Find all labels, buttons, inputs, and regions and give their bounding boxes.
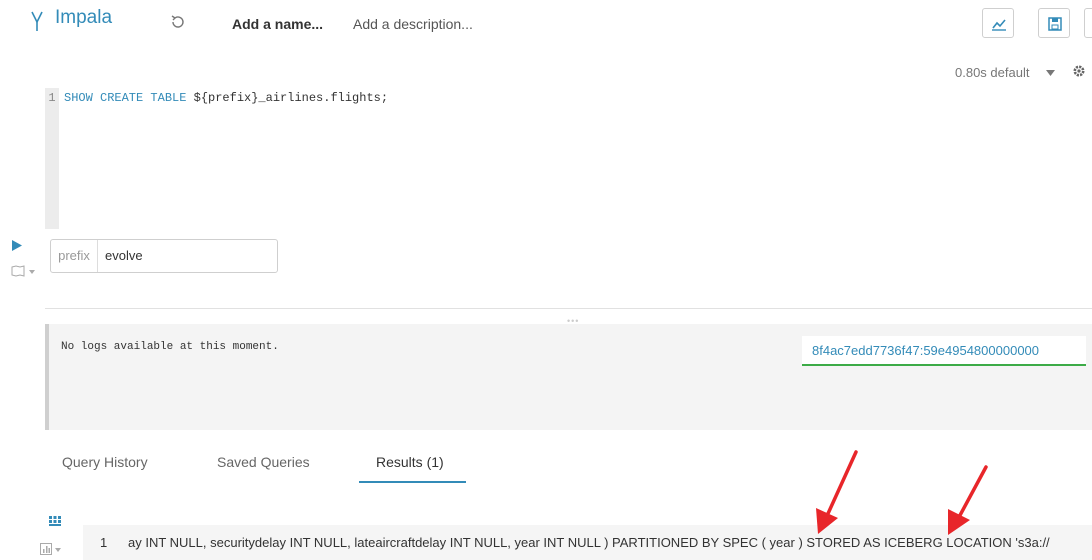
save-button[interactable] [1038,8,1070,38]
parameter-label: prefix [51,240,98,272]
result-row[interactable]: 1 ay INT NULL, securitydelay INT NULL, l… [83,525,1092,560]
annotation-arrow-icon [816,450,858,534]
line-number: 1 [48,91,56,105]
gear-icon[interactable] [1072,64,1086,78]
sql-table-ref: ${prefix}_airlines.flights; [186,91,389,105]
parameter-value-input[interactable]: evolve [105,240,143,272]
more-button[interactable] [1084,8,1092,38]
logs-message: No logs available at this moment. [61,341,279,353]
query-description-field[interactable]: Add a description... [353,16,473,32]
history-icon[interactable] [170,14,186,30]
impala-logo-icon [31,11,43,31]
chart-view-icon[interactable] [40,543,62,555]
row-number: 1 [100,535,108,550]
parameter-field[interactable]: prefix evolve [50,239,278,273]
caret-down-icon[interactable] [1046,70,1055,76]
tab-query-history[interactable]: Query History [62,454,148,470]
tab-saved-queries[interactable]: Saved Queries [217,454,310,470]
snippet-menu-icon[interactable] [11,265,37,277]
divider [45,308,1092,309]
run-icon[interactable] [12,240,22,251]
query-id-box[interactable]: 8f4ac7edd7736f47:59e4954800000000 [802,336,1086,366]
editor-gutter [45,88,59,229]
line-chart-icon [992,19,1006,31]
app-title[interactable]: Impala [55,7,112,29]
query-name-field[interactable]: Add a name... [232,16,323,32]
result-cell[interactable]: ay INT NULL, securitydelay INT NULL, lat… [128,535,1050,550]
chart-button[interactable] [982,8,1014,38]
query-id-link[interactable]: 8f4ac7edd7736f47:59e4954800000000 [812,343,1039,358]
annotation-arrow-icon [948,465,988,535]
editor-header: Impala Add a name... Add a description..… [0,0,1092,50]
execution-timing[interactable]: 0.80s default [955,65,1029,80]
sql-editor[interactable]: SHOW CREATE TABLE ${prefix}_airlines.fli… [64,91,388,105]
active-tab-indicator [359,481,466,483]
grid-view-icon[interactable] [49,516,61,526]
save-icon [1048,17,1062,31]
sql-keyword: SHOW CREATE TABLE [64,91,187,105]
tab-results[interactable]: Results (1) [376,454,444,470]
logs-resize-bar[interactable] [45,324,49,430]
